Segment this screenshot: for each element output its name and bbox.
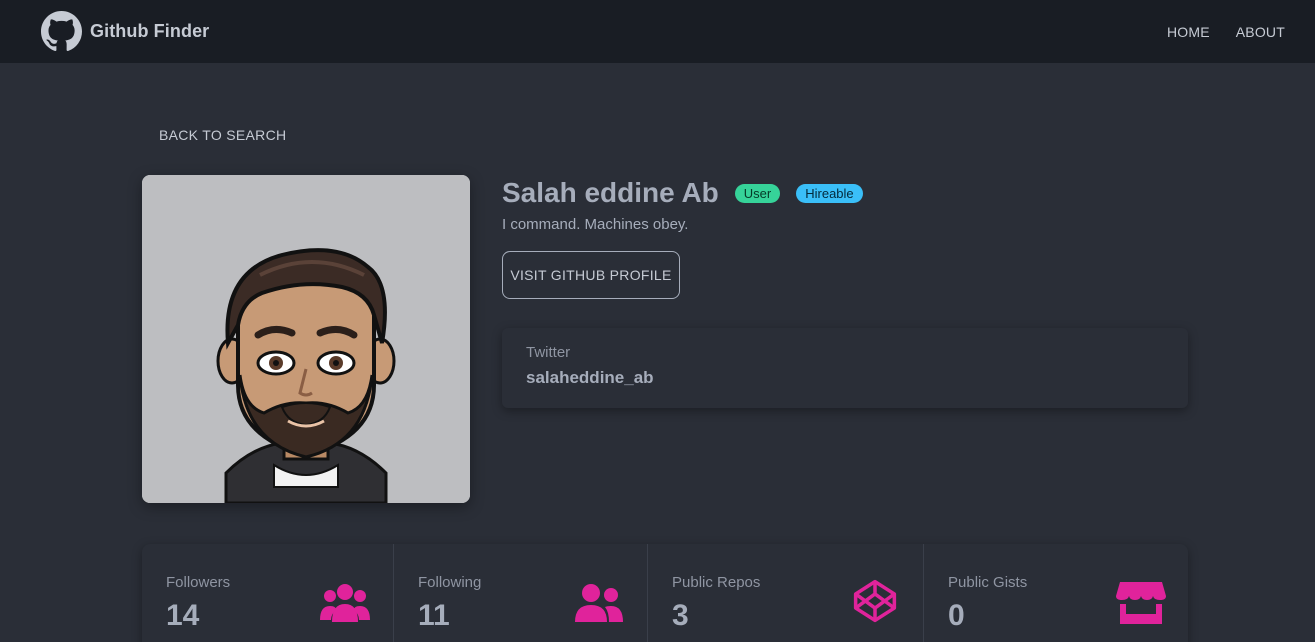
twitter-label: Twitter [526, 344, 571, 361]
user-badge: User [734, 183, 781, 203]
stat-public-gists: Public Gists 0 [924, 544, 1188, 642]
codepen-icon [850, 579, 900, 623]
brand[interactable]: Github Finder [41, 11, 209, 52]
visit-github-profile-button[interactable]: VISIT GITHUB PROFILE [502, 251, 680, 299]
stat-title: Following [418, 574, 482, 591]
stat-value: 0 [948, 599, 965, 632]
stat-title: Public Gists [948, 574, 1028, 591]
stat-followers: Followers 14 [142, 544, 394, 642]
twitter-handle-link[interactable]: salaheddine_ab [526, 368, 1164, 388]
stat-value: 3 [672, 599, 689, 632]
twitter-card: Twitter salaheddine_ab [502, 328, 1188, 408]
stats-panel: Followers 14 Following 11 Public Repos 3… [142, 544, 1188, 642]
stat-value: 14 [166, 599, 200, 632]
stat-title: Public Repos [672, 574, 761, 591]
stat-title: Followers [166, 574, 231, 591]
users-icon [320, 582, 370, 626]
back-to-search-link[interactable]: BACK TO SEARCH [159, 127, 286, 143]
avatar [142, 175, 470, 503]
user-friends-icon [574, 582, 624, 626]
store-icon [1116, 580, 1166, 624]
brand-title: Github Finder [90, 21, 210, 41]
nav-links: HOME ABOUT [1167, 24, 1285, 40]
stat-following: Following 11 [394, 544, 648, 642]
stat-public-repos: Public Repos 3 [648, 544, 924, 642]
navbar: Github Finder HOME ABOUT [0, 0, 1315, 63]
github-icon [41, 11, 82, 52]
profile-header: Salah eddine Ab User Hireable [502, 177, 863, 209]
profile-name: Salah eddine Ab [502, 177, 719, 208]
hireable-badge: Hireable [796, 183, 863, 203]
profile-bio: I command. Machines obey. [502, 216, 689, 233]
nav-about-link[interactable]: ABOUT [1236, 24, 1285, 40]
stat-value: 11 [418, 599, 450, 632]
nav-home-link[interactable]: HOME [1167, 24, 1210, 40]
